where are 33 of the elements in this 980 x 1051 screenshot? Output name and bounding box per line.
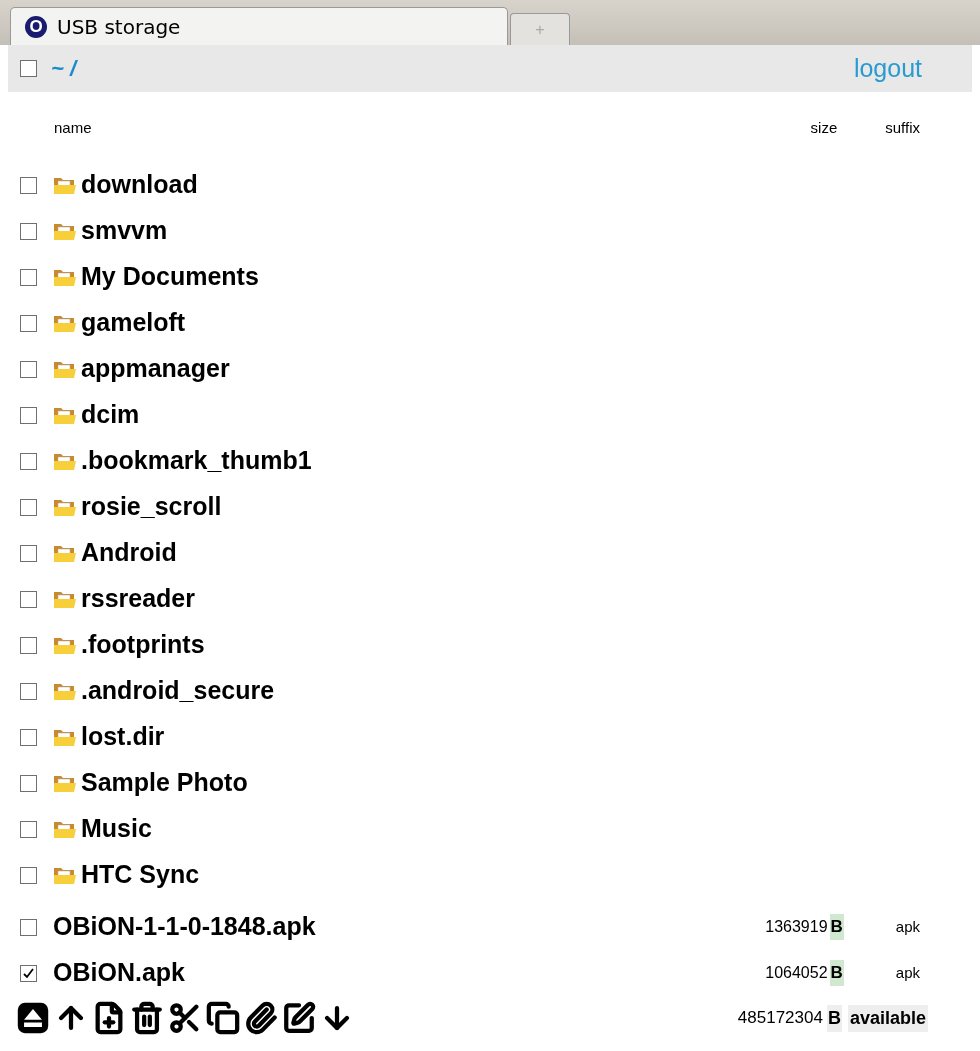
tab-title: USB storage: [57, 13, 181, 41]
folder-name[interactable]: .android_secure: [81, 672, 275, 710]
size-unit: B: [829, 914, 844, 940]
folder-name[interactable]: HTC Sync: [81, 856, 200, 894]
folder-name[interactable]: Android: [81, 534, 177, 572]
folder-name[interactable]: smvvm: [81, 212, 168, 250]
folder-name[interactable]: appmanager: [81, 350, 230, 388]
column-header: name: [54, 118, 92, 139]
folder-name[interactable]: Music: [81, 810, 152, 848]
file-size: 1363919: [765, 917, 828, 937]
file-suffix: apk: [895, 962, 920, 983]
folder-name[interactable]: .bookmark_thumb1: [81, 442, 312, 480]
browser-logo: O: [25, 15, 47, 38]
browser-tab[interactable]: O USB storage: [10, 7, 508, 45]
folder-name[interactable]: My Documents: [81, 258, 259, 296]
folder-name[interactable]: rssreader: [81, 580, 195, 618]
free-space: 485172304: [737, 1007, 823, 1030]
available-label: available: [847, 1004, 928, 1032]
folder-name[interactable]: download: [81, 166, 198, 204]
folder-name[interactable]: gameloft: [81, 304, 186, 342]
column-header: suffix: [885, 118, 920, 139]
folder-name[interactable]: rosie_scroll: [81, 488, 222, 526]
file-size: 1064052: [765, 963, 828, 983]
folder-name[interactable]: lost.dir: [81, 718, 165, 756]
file-name[interactable]: OBiON.apk: [53, 954, 185, 992]
file-name[interactable]: OBiON-1-1-0-1848.apk: [53, 908, 316, 946]
size-unit: B: [829, 960, 844, 986]
folder-name[interactable]: .footprints: [81, 626, 205, 664]
column-header: size: [810, 118, 838, 139]
file-suffix: apk: [895, 916, 920, 937]
folder-name[interactable]: Sample Photo: [81, 764, 248, 802]
size-unit: B: [826, 1004, 842, 1032]
folder-name[interactable]: dcim: [81, 396, 140, 434]
